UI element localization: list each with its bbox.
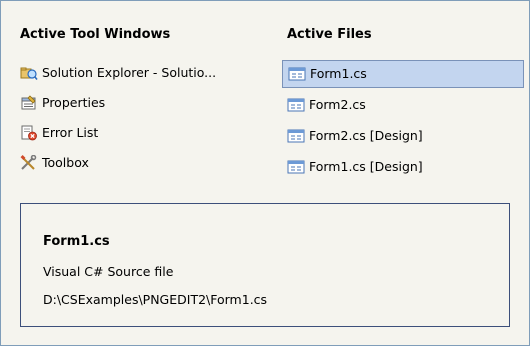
tool-window-label: Error List: [42, 125, 99, 140]
active-file-item-form2-design[interactable]: Form2.cs [Design]: [282, 122, 524, 150]
form-file-icon: [288, 66, 306, 82]
ide-navigator-window: Active Tool Windows Active Files Solutio…: [0, 0, 530, 346]
tool-window-item-toolbox[interactable]: Toolbox: [20, 150, 270, 176]
file-details-path: D:\CSExamples\PNGEDIT2\Form1.cs: [43, 292, 268, 307]
active-file-item-form1-design[interactable]: Form1.cs [Design]: [282, 153, 524, 181]
active-file-label: Form2.cs: [309, 97, 366, 112]
tool-window-item-error-list[interactable]: Error List: [20, 120, 270, 146]
active-tool-windows-heading: Active Tool Windows: [20, 27, 171, 42]
active-file-label: Form1.cs: [310, 66, 367, 81]
file-details-panel: Form1.cs Visual C# Source file D:\CSExam…: [20, 203, 510, 327]
tool-window-label: Solution Explorer - Solutio...: [42, 65, 217, 80]
toolbox-icon: [20, 155, 38, 171]
error-list-icon: [20, 125, 38, 141]
form-file-icon: [287, 128, 305, 144]
properties-icon: [20, 95, 38, 111]
tool-windows-list: Solution Explorer - Solutio... Propertie…: [20, 60, 270, 180]
tool-window-item-properties[interactable]: Properties: [20, 90, 270, 116]
tool-window-label: Toolbox: [42, 155, 89, 170]
form-file-icon: [287, 97, 305, 113]
solution-explorer-icon: [20, 65, 38, 81]
active-file-item-form1-cs[interactable]: Form1.cs: [282, 60, 524, 88]
file-details-description: Visual C# Source file: [43, 264, 174, 279]
file-details-title: Form1.cs: [43, 234, 110, 249]
active-files-list: Form1.cs Form2.cs Form2.cs [Design] Form…: [282, 60, 524, 184]
form-file-icon: [287, 159, 305, 175]
active-file-item-form2-cs[interactable]: Form2.cs: [282, 91, 524, 119]
tool-window-label: Properties: [42, 95, 106, 110]
active-file-label: Form2.cs [Design]: [309, 128, 423, 143]
active-file-label: Form1.cs [Design]: [309, 159, 423, 174]
active-files-heading: Active Files: [287, 27, 372, 42]
tool-window-item-solution-explorer[interactable]: Solution Explorer - Solutio...: [20, 60, 270, 86]
